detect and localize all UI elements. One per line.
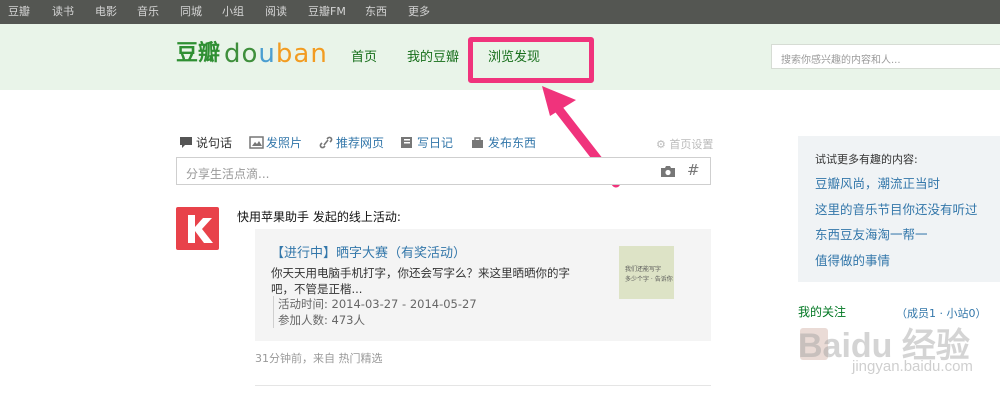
top-global-nav: 豆瓣 读书 电影 音乐 同城 小组 阅读 豆瓣FM 东西 更多 — [0, 0, 1000, 24]
nav-my-douban[interactable]: 我的豆瓣 — [407, 50, 459, 66]
topnav-fm[interactable]: 豆瓣FM — [308, 5, 346, 19]
logo-chinese[interactable]: 豆瓣 — [176, 41, 220, 67]
activity-meta: 活动时间: 2014-03-27 - 2014-05-27 参加人数: 473人 — [273, 296, 477, 328]
topnav-movies[interactable]: 电影 — [95, 5, 117, 19]
tool-photo-label: 发照片 — [266, 136, 303, 150]
topnav-local[interactable]: 同城 — [180, 5, 202, 19]
photo-icon — [249, 136, 264, 149]
status-input[interactable]: 分享生活点滴... # — [176, 157, 711, 185]
diary-icon — [401, 137, 412, 148]
search-placeholder: 搜索你感兴趣的内容和人... — [781, 55, 901, 66]
activity-thumbnail[interactable]: 我们还能写字 多少个字 · 告诉你 — [619, 246, 674, 299]
feed-divider — [255, 385, 711, 386]
home-settings-link[interactable]: ⚙ 首页设置 — [656, 136, 713, 152]
logo-part-1: do — [224, 39, 259, 69]
suggestion-box: 试试更多有趣的内容: 豆瓣风尚，潮流正当时 这里的音乐节目你还没有听过 东西豆友… — [798, 136, 1000, 282]
topnav-groups[interactable]: 小组 — [222, 5, 244, 19]
avatar[interactable] — [176, 207, 219, 250]
tool-dongxi[interactable]: 发布东西 — [472, 136, 537, 150]
bag-icon — [472, 137, 483, 148]
link-icon — [319, 136, 333, 149]
topnav-read[interactable]: 阅读 — [265, 5, 287, 19]
activity-description: 你天天用电脑手机打字，你还会写字么？来这里晒晒你的字吧，不管是正楷... — [271, 266, 570, 296]
activity-card: 【进行中】晒字大赛（有奖活动） 你天天用电脑手机打字，你还会写字么？来这里晒晒你… — [255, 229, 711, 341]
hashtag-icon[interactable]: # — [687, 161, 700, 179]
explore-highlight-box — [468, 37, 594, 83]
logo-part-2: u — [258, 39, 276, 69]
search-input[interactable]: 搜索你感兴趣的内容和人... — [771, 44, 1000, 69]
topnav-books[interactable]: 读书 — [52, 5, 74, 19]
topnav-douban[interactable]: 豆瓣 — [8, 5, 30, 19]
settings-label: 首页设置 — [669, 138, 714, 151]
logo-english[interactable]: douban — [224, 38, 328, 70]
thumb-text-2: 多少个字 · 告诉你 — [625, 276, 673, 283]
tool-recommend-label: 推荐网页 — [336, 136, 385, 150]
suggestion-link-1[interactable]: 豆瓣风尚，潮流正当时 — [815, 173, 940, 192]
logo-part-3: ban — [275, 39, 328, 69]
activity-time: 活动时间: 2014-03-27 - 2014-05-27 — [278, 297, 477, 311]
tool-dongxi-label: 发布东西 — [488, 136, 537, 150]
topnav-music[interactable]: 音乐 — [137, 5, 159, 19]
tool-photo[interactable]: 发照片 — [249, 136, 303, 150]
suggestion-link-3[interactable]: 东西豆友海淘一帮一 — [815, 224, 928, 243]
tool-diary[interactable]: 写日记 — [401, 136, 454, 150]
thumb-text-1: 我们还能写字 — [625, 266, 662, 273]
nav-home[interactable]: 首页 — [351, 50, 377, 66]
feed-actor-text: 快用苹果助手 发起的线上活动: — [237, 210, 401, 224]
tool-recommend[interactable]: 推荐网页 — [319, 136, 385, 150]
status-placeholder: 分享生活点滴... — [186, 167, 270, 181]
tool-say-label: 说句话 — [196, 136, 233, 150]
suggestion-link-2[interactable]: 这里的音乐节目你还没有听过 — [815, 199, 978, 218]
kuaiyong-logo-icon — [188, 215, 213, 243]
activity-title[interactable]: 【进行中】晒字大赛（有奖活动） — [271, 242, 466, 261]
suggestion-heading: 试试更多有趣的内容: — [815, 153, 918, 166]
tool-diary-label: 写日记 — [417, 136, 454, 150]
feed-meta: 31分钟前，来自 热门精选 — [255, 352, 383, 365]
tool-say[interactable]: 说句话 — [180, 136, 233, 150]
suggestion-link-4[interactable]: 值得做的事情 — [815, 250, 890, 269]
baidu-watermark-url: jingyan.baidu.com — [852, 358, 973, 375]
speech-bubble-icon — [180, 137, 192, 148]
topnav-more[interactable]: 更多 — [408, 5, 430, 19]
activity-participants: 参加人数: 473人 — [278, 313, 365, 327]
camera-icon[interactable] — [660, 165, 676, 178]
topnav-dongxi[interactable]: 东西 — [365, 5, 387, 19]
